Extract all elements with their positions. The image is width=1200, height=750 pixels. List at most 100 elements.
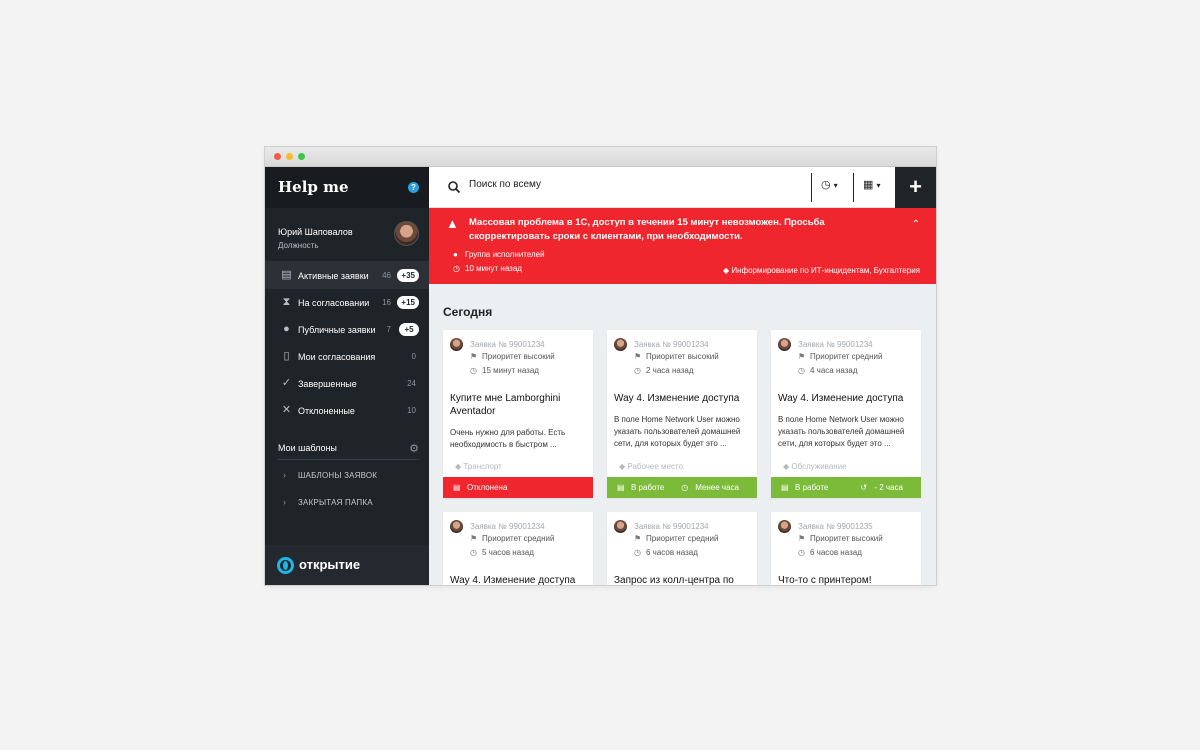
clock-icon: ◷ [453,264,460,273]
sidebar-item-active-requests[interactable]: ▤ Активные заявки 46 +35 [265,262,429,289]
document-icon: ▤ [781,483,789,492]
request-title[interactable]: Что-то с принтером! [778,574,916,585]
request-time: ◷ 6 часов назад [634,548,698,557]
chevron-down-icon: ▾ [833,181,838,190]
clock-icon: ◷ [798,366,805,375]
request-title[interactable]: Way 4. Изменение доступа [450,574,588,585]
request-priority: ⚑ Приоритет высокий [634,352,719,361]
request-number: Заявка № 99001234 [634,522,709,531]
check-icon: ✓ [281,377,292,389]
folder-closed[interactable]: › ЗАКРЫТАЯ ПАПКА [265,489,429,516]
sidebar-item-count: 24 [407,379,416,388]
sidebar-item-count: 0 [411,352,416,361]
avatar [778,520,791,533]
close-window-icon[interactable] [274,153,281,160]
new-count-badge: +5 [399,323,419,336]
avatar [778,338,791,351]
person-icon: ● [283,323,290,335]
sidebar-item-count: 16 [382,298,391,307]
history-dropdown-button[interactable]: ◷ ▾ [821,178,838,196]
document-icon: ▯ [283,350,290,362]
folder-label: ЗАКРЫТАЯ ПАПКА [298,498,373,507]
request-title[interactable]: Запрос из колл-центра по [614,574,752,585]
alert-time-label: 10 минут назад [465,264,522,273]
avatar [450,338,463,351]
status-label: Отклонена [467,483,508,492]
request-title[interactable]: Купите мне Lamborghini Aventador [450,392,588,418]
folder-request-templates[interactable]: › ШАБЛОНЫ ЗАЯВОК [265,462,429,489]
sidebar-item-count: 46 [382,271,391,280]
time-label: 15 минут назад [482,366,539,375]
status-bar: ▤ Отклонена [443,477,593,498]
alert-group: ● Группа исполнителей [453,250,545,259]
sidebar-item-public-requests[interactable]: ● Публичные заявки 7 +5 [265,316,429,343]
sidebar: Help me ? Юрий Шаповалов Должность ▤ Акт… [265,167,429,585]
time-label: 5 часов назад [482,548,534,557]
alert-message: Массовая проблема в 1С, доступ в течении… [469,217,825,242]
request-time: ◷ 4 часа назад [798,366,858,375]
brand-bar: открытие [265,545,429,585]
warning-icon: ▲ [446,216,459,231]
request-time: ◷ 15 минут назад [470,366,539,375]
time-label: 2 часа назад [646,366,694,375]
user-profile[interactable]: Юрий Шаповалов Должность [265,208,429,262]
request-category: ◆ Рабочее место [619,462,683,471]
request-description: В поле Home Network User можно указать п… [778,415,905,448]
request-title[interactable]: Way 4. Изменение доступа [614,392,752,405]
window-titlebar [265,147,936,167]
time-label: 4 часа назад [810,366,858,375]
sidebar-item-label: Мои согласования [298,352,376,362]
minimize-window-icon[interactable] [286,153,293,160]
request-card[interactable]: Заявка № 99001234 ⚑ Приоритет высокий ◷ 2 … [607,330,757,498]
flag-icon: ⚑ [470,352,478,361]
avatar [614,520,627,533]
section-title: Сегодня [443,305,493,319]
document-icon: ▤ [453,483,461,492]
requests-feed: Сегодня Заявка № 99001234 ⚑ Приоритет выс… [429,284,936,585]
request-card[interactable]: Заявка № 99001234 ⚑ Приоритет средний ◷ 4 … [771,330,921,498]
alert-tag-label: Информирование по ИТ-инцидентам, Бухгалт… [731,266,920,275]
sidebar-item-rejected[interactable]: ✕ Отклоненные 10 [265,397,429,424]
search-input[interactable] [469,179,769,190]
clock-icon: ◷ [681,483,689,492]
request-title[interactable]: Way 4. Изменение доступа [778,392,916,405]
alert-tag[interactable]: ◆ Информирование по ИТ-инцидентам, Бухга… [723,266,920,275]
request-number: Заявка № 99001235 [798,522,873,531]
gear-icon[interactable]: ⚙ [409,442,419,455]
request-card[interactable]: Заявка № 99001234 ⚑ Приоритет средний ◷ 6 … [607,512,757,585]
cross-icon: ✕ [281,404,292,416]
add-request-button[interactable]: + [895,167,936,208]
chevron-up-icon[interactable]: ⌃ [912,219,920,230]
sidebar-item-on-approval[interactable]: ⧗ На согласовании 16 +15 [265,289,429,316]
maximize-window-icon[interactable] [298,153,305,160]
sidebar-item-count: 10 [407,406,416,415]
sidebar-item-my-approvals[interactable]: ▯ Мои согласования 0 [265,343,429,370]
request-number: Заявка № 99001234 [634,340,709,349]
request-time: ◷ 6 часов назад [798,548,862,557]
chevron-right-icon: › [283,497,286,507]
request-priority: ⚑ Приоритет средний [798,352,882,361]
sidebar-item-completed[interactable]: ✓ Завершенные 24 [265,370,429,397]
request-card[interactable]: Заявка № 99001235 ⚑ Приоритет высокий ◷ 6 … [771,512,921,585]
brand-name: открытие [299,557,361,572]
app-title[interactable]: Help me [278,178,349,196]
flag-icon: ⚑ [634,534,642,543]
templates-title: Мои шаблоны [278,443,337,453]
request-category: ◆ Обслуживание [783,462,847,471]
request-description: Очень нужно для работы. Есть необходимос… [450,428,566,449]
request-time: ◷ 2 часа назад [634,366,694,375]
priority-label: Приоритет высокий [646,352,719,361]
brand-logo-icon [277,557,294,574]
request-description: В поле Home Network User можно указать п… [614,415,741,448]
sidebar-item-count: 7 [386,325,391,334]
browser-window: Help me ? Юрий Шаповалов Должность ▤ Акт… [265,147,936,585]
apps-dropdown-button[interactable]: ▦ ▾ [863,178,880,196]
time-label: 6 часов назад [646,548,698,557]
help-icon[interactable]: ? [408,182,419,193]
category-label: Обслуживание [791,462,847,471]
status-label: В работе [631,483,665,492]
request-card[interactable]: Заявка № 99001234 ⚑ Приоритет средний ◷ 5 … [443,512,593,585]
user-avatar[interactable] [394,221,419,246]
sidebar-item-label: Отклоненные [298,406,355,416]
request-card[interactable]: Заявка № 99001234 ⚑ Приоритет высокий ◷ 15… [443,330,593,498]
